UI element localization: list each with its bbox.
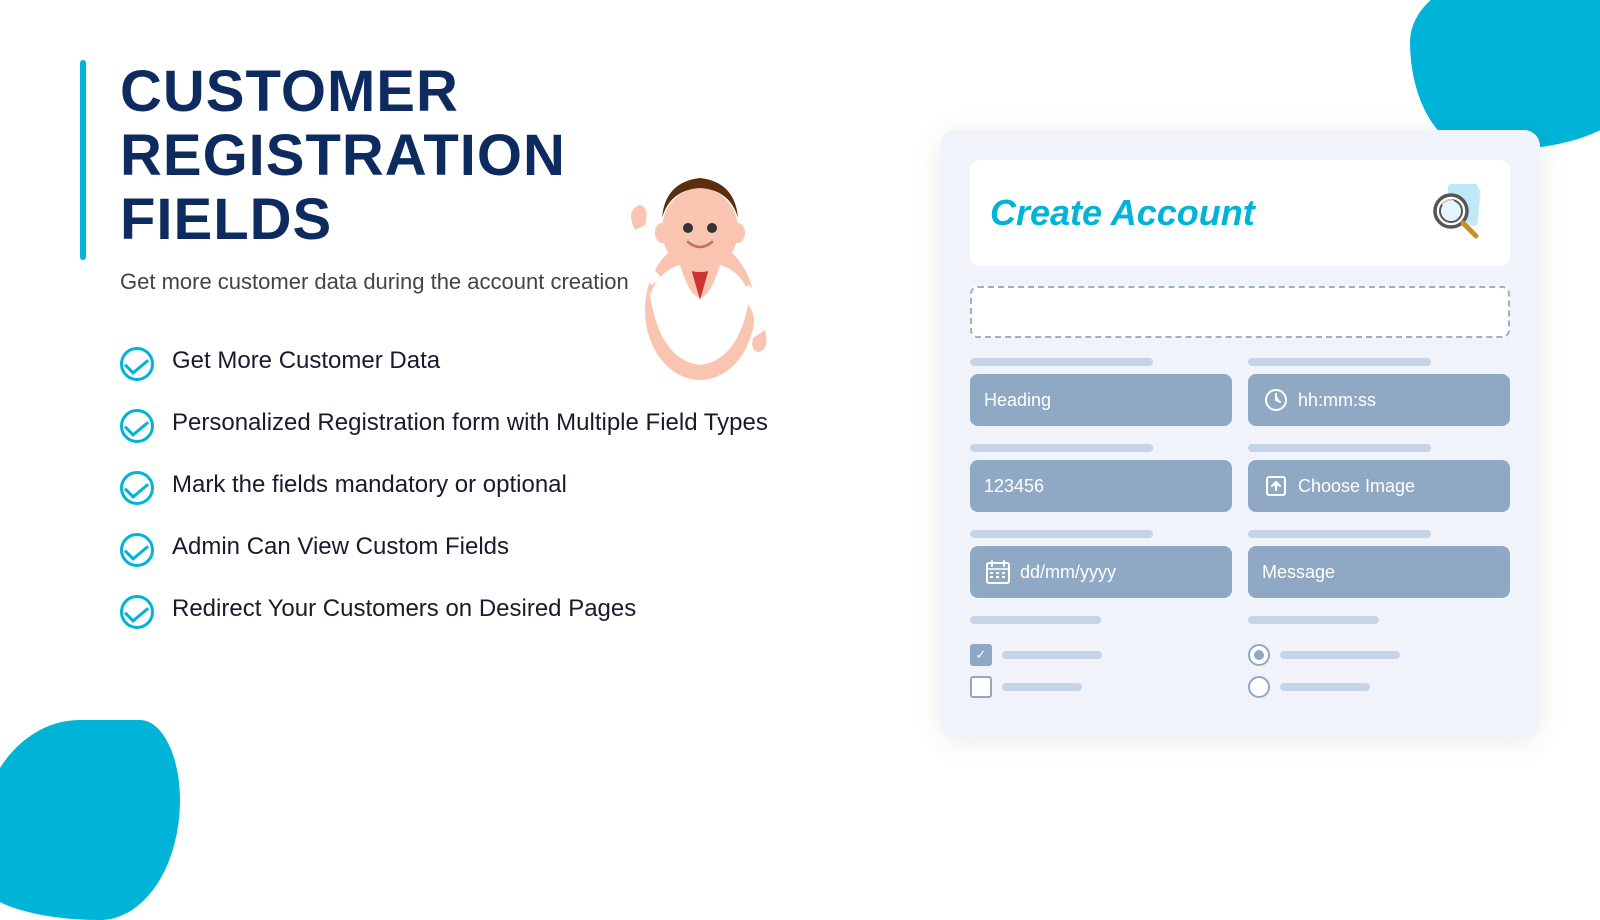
form-panel: Create Account Heading (940, 130, 1540, 738)
number-text: 123456 (984, 476, 1044, 497)
features-list: Get More Customer Data Personalized Regi… (120, 345, 770, 629)
list-item: Personalized Registration form with Mult… (120, 407, 770, 443)
date-field[interactable]: dd/mm/yyyy (970, 546, 1232, 598)
form-row-4 (970, 616, 1510, 698)
search-icon-wrapper (1420, 178, 1490, 248)
date-col: dd/mm/yyyy (970, 530, 1232, 598)
message-col: Message (1248, 530, 1510, 598)
checkbox-1[interactable] (970, 644, 992, 666)
person-illustration (590, 100, 810, 380)
search-box-dashed[interactable] (970, 286, 1510, 338)
number-col: 123456 (970, 444, 1232, 512)
checkbox-group (970, 616, 1232, 698)
radio-1-label (1280, 651, 1400, 659)
check-icon-4 (120, 533, 154, 567)
feature-4-text: Admin Can View Custom Fields (172, 531, 509, 563)
radio-item-2 (1248, 676, 1510, 698)
image-text: Choose Image (1298, 476, 1415, 497)
checkbox-item-1 (970, 644, 1232, 666)
radio-1[interactable] (1248, 644, 1270, 666)
form-title: Create Account (990, 192, 1255, 234)
checkbox-2-label (1002, 683, 1082, 691)
radio-2-label (1280, 683, 1370, 691)
radio-label-bar (1248, 616, 1379, 624)
message-label-bar (1248, 530, 1431, 538)
list-item: Admin Can View Custom Fields (120, 531, 770, 567)
clock-icon (1262, 386, 1290, 414)
checkbox-2[interactable] (970, 676, 992, 698)
time-label-bar (1248, 358, 1431, 366)
check-icon-3 (120, 471, 154, 505)
feature-1-text: Get More Customer Data (172, 345, 440, 377)
upload-icon (1262, 472, 1290, 500)
form-row-3: dd/mm/yyyy Message (970, 530, 1510, 598)
check-icon-5 (120, 595, 154, 629)
image-col: Choose Image (1248, 444, 1510, 512)
time-text: hh:mm:ss (1298, 390, 1376, 411)
checkbox-label-bar (970, 616, 1101, 624)
calendar-icon (984, 558, 1012, 586)
feature-2-text: Personalized Registration form with Mult… (172, 407, 768, 439)
feature-3-text: Mark the fields mandatory or optional (172, 469, 567, 501)
image-label-bar (1248, 444, 1431, 452)
checkbox-item-2 (970, 676, 1232, 698)
number-field[interactable]: 123456 (970, 460, 1232, 512)
radio-group (1248, 616, 1510, 698)
number-label-bar (970, 444, 1153, 452)
heading-field[interactable]: Heading (970, 374, 1232, 426)
check-icon-2 (120, 409, 154, 443)
blob-bottom-left (0, 720, 180, 920)
heading-text: Heading (984, 390, 1051, 411)
heading-col: Heading (970, 358, 1232, 426)
radio-2[interactable] (1248, 676, 1270, 698)
image-field[interactable]: Choose Image (1248, 460, 1510, 512)
date-text: dd/mm/yyyy (1020, 562, 1116, 583)
time-col: hh:mm:ss (1248, 358, 1510, 426)
message-text: Message (1262, 562, 1335, 583)
list-item: Mark the fields mandatory or optional (120, 469, 770, 505)
form-row-1: Heading hh:mm:ss (970, 358, 1510, 426)
feature-5-text: Redirect Your Customers on Desired Pages (172, 593, 636, 625)
checkbox-1-label (1002, 651, 1102, 659)
radio-item-1 (1248, 644, 1510, 666)
accent-bar (80, 60, 86, 260)
time-field[interactable]: hh:mm:ss (1248, 374, 1510, 426)
date-label-bar (970, 530, 1153, 538)
form-header: Create Account (970, 160, 1510, 266)
magnifier-icon (1423, 181, 1488, 246)
list-item: Redirect Your Customers on Desired Pages (120, 593, 770, 629)
message-field[interactable]: Message (1248, 546, 1510, 598)
heading-label-bar (970, 358, 1153, 366)
check-icon-1 (120, 347, 154, 381)
form-row-2: 123456 Choose Image (970, 444, 1510, 512)
blob-top-right (1410, 0, 1600, 150)
